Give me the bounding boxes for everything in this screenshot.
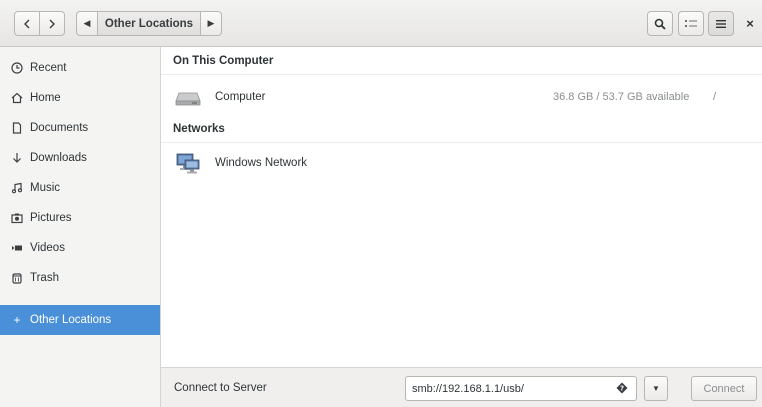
path-current-button[interactable]: Other Locations: [97, 11, 201, 36]
search-icon: [654, 18, 666, 30]
view-options-button[interactable]: [678, 11, 704, 36]
header-bar: ◀ Other Locations ▶ ×: [0, 0, 762, 47]
sidebar-item-documents[interactable]: Documents: [0, 113, 160, 143]
sidebar-item-downloads[interactable]: Downloads: [0, 143, 160, 173]
plus-icon: +: [13, 313, 21, 327]
disk-usage-text: 36.8 GB / 53.7 GB available: [553, 91, 690, 103]
sidebar-item-music[interactable]: Music: [0, 173, 160, 203]
hamburger-icon: [716, 19, 726, 28]
locations-view: On This Computer Computer 36.8 GB / 53.7…: [161, 47, 762, 367]
connect-to-server-bar: Connect to Server ? ▼ Connect: [161, 367, 762, 407]
menu-button[interactable]: [708, 11, 734, 36]
location-name: Computer: [215, 91, 266, 103]
triangle-left-icon: ◀: [83, 18, 91, 28]
close-icon: ×: [746, 16, 754, 31]
sidebar-item-recent[interactable]: Recent: [0, 53, 160, 83]
triangle-right-icon: ▶: [207, 18, 215, 28]
sidebar-item-label: Other Locations: [30, 314, 112, 326]
recent-servers-dropdown-button[interactable]: ▼: [644, 376, 668, 401]
sidebar-item-label: Recent: [30, 62, 67, 74]
connect-button[interactable]: Connect: [691, 376, 757, 401]
forward-button[interactable]: [39, 11, 65, 36]
camera-icon: [10, 211, 24, 225]
sidebar: Recent Home Documents Downloads Music Pi…: [0, 47, 161, 407]
sidebar-item-label: Videos: [30, 242, 65, 254]
music-icon: [10, 181, 24, 195]
server-help-icon[interactable]: ?: [615, 381, 629, 395]
sidebar-item-home[interactable]: Home: [0, 83, 160, 113]
connect-button-label: Connect: [703, 382, 745, 395]
svg-text:?: ?: [620, 385, 624, 393]
sidebar-item-videos[interactable]: Videos: [0, 233, 160, 263]
section-title: Networks: [173, 122, 225, 135]
sidebar-item-other-locations[interactable]: + Other Locations: [0, 305, 160, 335]
home-icon: [10, 91, 24, 105]
trash-icon: [10, 271, 24, 285]
section-title: On This Computer: [173, 54, 274, 67]
chevron-down-icon: ▼: [652, 384, 660, 393]
chevron-right-icon: [49, 19, 55, 28]
sidebar-item-label: Trash: [30, 272, 59, 284]
path-scroll-left-button[interactable]: ◀: [76, 11, 98, 36]
mount-point-text: /: [713, 91, 717, 103]
back-button[interactable]: [14, 11, 40, 36]
server-address-input[interactable]: [405, 376, 637, 401]
clock-icon: [10, 61, 24, 75]
network-icon: [175, 153, 201, 174]
sidebar-item-label: Pictures: [30, 212, 72, 224]
section-header-networks: Networks: [161, 115, 762, 143]
location-name: Windows Network: [215, 157, 308, 169]
view-options-icon: [685, 19, 697, 27]
sidebar-item-pictures[interactable]: Pictures: [0, 203, 160, 233]
video-icon: [10, 241, 24, 255]
sidebar-item-label: Documents: [30, 122, 89, 134]
search-button[interactable]: [647, 11, 673, 36]
sidebar-item-label: Home: [30, 92, 61, 104]
document-icon: [10, 121, 24, 135]
path-scroll-right-button[interactable]: ▶: [200, 11, 222, 36]
path-current-label: Other Locations: [104, 17, 194, 30]
location-row-windows-network[interactable]: Windows Network: [161, 145, 762, 181]
close-button[interactable]: ×: [742, 11, 758, 36]
location-row-computer[interactable]: Computer 36.8 GB / 53.7 GB available /: [161, 79, 762, 115]
connect-to-server-label: Connect to Server: [174, 382, 267, 394]
section-header-on-this-computer: On This Computer: [161, 47, 762, 75]
chevron-left-icon: [24, 19, 30, 28]
download-icon: [10, 151, 24, 165]
sidebar-item-label: Music: [30, 182, 61, 194]
sidebar-item-trash[interactable]: Trash: [0, 263, 160, 293]
file-manager-window: ◀ Other Locations ▶ × Recent Home Docume…: [0, 0, 762, 407]
sidebar-item-label: Downloads: [30, 152, 87, 164]
harddisk-icon: [175, 87, 201, 107]
